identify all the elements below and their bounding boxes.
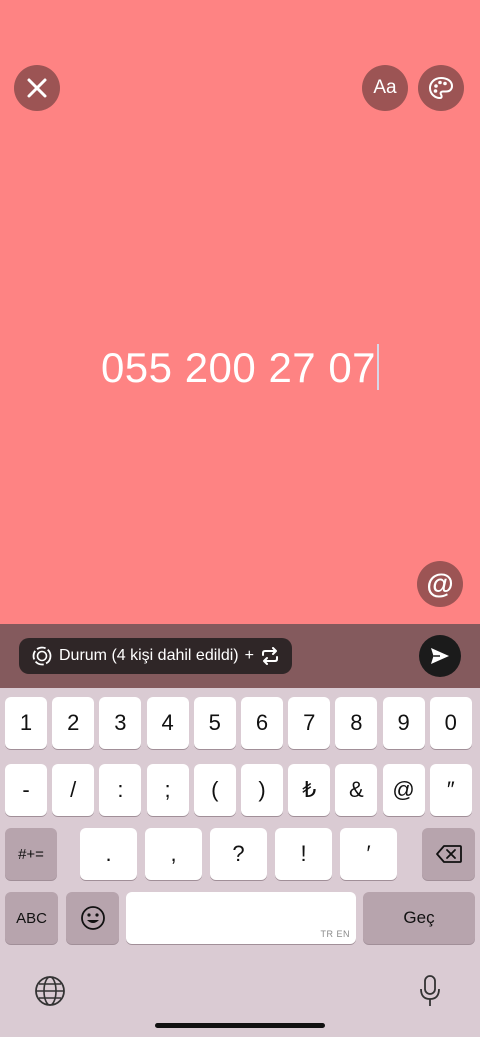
punctuation-key-label: , bbox=[170, 841, 177, 866]
digit-key[interactable]: 1 bbox=[5, 697, 47, 749]
symbol-key-label: ₺ bbox=[302, 777, 317, 802]
digit-key-label: 4 bbox=[161, 710, 174, 735]
abc-label: ABC bbox=[16, 909, 47, 927]
digit-key-label: 9 bbox=[397, 710, 410, 735]
symbol-key-label: ) bbox=[258, 777, 266, 802]
symbol-key-label: / bbox=[70, 777, 77, 802]
digit-key[interactable]: 4 bbox=[146, 697, 189, 749]
space-key[interactable]: TR EN bbox=[126, 892, 356, 944]
punctuation-key[interactable]: ! bbox=[275, 828, 332, 880]
keyboard-row-punctuation: #+= .,?! ′ bbox=[0, 828, 480, 880]
digit-key[interactable]: 7 bbox=[288, 697, 331, 749]
punctuation-key[interactable]: ? bbox=[210, 828, 267, 880]
punctuation-key-label: ! bbox=[300, 841, 307, 866]
symbols-toggle-key[interactable]: #+= bbox=[5, 828, 57, 880]
symbol-key-label: ( bbox=[211, 777, 219, 802]
backspace-icon bbox=[435, 845, 462, 863]
digit-key-label: 2 bbox=[67, 710, 80, 735]
emoji-key[interactable] bbox=[66, 892, 119, 944]
dictation-button[interactable] bbox=[414, 971, 446, 1011]
globe-icon bbox=[35, 976, 65, 1006]
punctuation-key[interactable]: ′ bbox=[340, 828, 397, 880]
keyboard: 1234567890 - /:;() ₺ & @ ″ #+= .,?! ′ ABC TR E bbox=[0, 688, 480, 1037]
story-canvas[interactable]: Aa 055 200 27 07 @ bbox=[0, 0, 480, 624]
digit-key[interactable]: 9 bbox=[382, 697, 425, 749]
digit-key[interactable]: 2 bbox=[52, 697, 95, 749]
status-text: 055 200 27 07 bbox=[100, 344, 377, 391]
abc-key[interactable]: ABC bbox=[5, 892, 58, 944]
audience-plus: + bbox=[244, 647, 254, 664]
background-color-button[interactable] bbox=[418, 65, 464, 111]
repeat-icon bbox=[261, 647, 278, 665]
mention-icon: @ bbox=[426, 568, 454, 599]
symbol-key[interactable]: ″ bbox=[429, 764, 472, 816]
return-label: Geç bbox=[403, 908, 435, 927]
keyboard-row-digits: 1 2 3 4 5 6 7 8 9 0 bbox=[0, 697, 480, 749]
symbol-key[interactable]: - bbox=[5, 764, 47, 816]
space-language-tag: TR EN bbox=[320, 929, 350, 939]
digit-key-label: 3 bbox=[114, 710, 127, 735]
punctuation-key[interactable]: . bbox=[80, 828, 137, 880]
emoji-icon bbox=[80, 906, 105, 930]
return-key[interactable]: Geç bbox=[363, 892, 475, 944]
symbol-key[interactable]: / bbox=[52, 764, 95, 816]
digit-key[interactable]: 5 bbox=[193, 697, 236, 749]
symbols-toggle-label: #+= bbox=[18, 845, 44, 863]
close-button[interactable] bbox=[14, 65, 60, 111]
digit-key[interactable]: 0 bbox=[429, 697, 472, 749]
symbol-key[interactable]: ) bbox=[241, 764, 283, 816]
punctuation-key-label: ? bbox=[232, 841, 245, 866]
digit-key-label: 6 bbox=[255, 710, 269, 735]
symbol-key-label: @ bbox=[392, 777, 415, 802]
microphone-icon bbox=[420, 975, 440, 1006]
symbol-key-label: ; bbox=[164, 777, 171, 802]
symbol-key-label: : bbox=[117, 777, 124, 802]
keyboard-row-bottom: ABC TR EN Geç bbox=[0, 892, 480, 944]
symbol-key[interactable]: ; bbox=[146, 764, 189, 816]
send-icon bbox=[431, 648, 449, 664]
send-button[interactable] bbox=[419, 635, 461, 677]
text-caret bbox=[377, 344, 380, 390]
symbol-key[interactable]: : bbox=[99, 764, 142, 816]
globe-button[interactable] bbox=[32, 973, 68, 1009]
home-indicator bbox=[155, 1023, 325, 1028]
status-ring-icon bbox=[32, 646, 52, 666]
palette-icon bbox=[428, 76, 454, 100]
audience-selector[interactable]: Durum (4 kişi dahil edildi) + bbox=[19, 638, 292, 674]
digit-key-label: 8 bbox=[350, 710, 363, 735]
digit-key[interactable]: 3 bbox=[99, 697, 142, 749]
symbol-key-label: - bbox=[22, 777, 30, 802]
symbol-key-label: & bbox=[349, 777, 364, 802]
audience-label: Durum (4 kişi dahil edildi) bbox=[59, 647, 239, 664]
punctuation-key-label: ′ bbox=[366, 841, 371, 866]
status-text-input[interactable]: 055 200 27 07 bbox=[0, 344, 480, 392]
mention-button[interactable]: @ bbox=[417, 561, 463, 607]
symbol-key[interactable]: @ bbox=[382, 764, 425, 816]
digit-key[interactable]: 6 bbox=[241, 697, 283, 749]
digit-key-label: 7 bbox=[303, 710, 316, 735]
digit-key-label: 1 bbox=[19, 710, 33, 735]
font-style-label: Aa bbox=[373, 77, 397, 98]
symbol-key[interactable]: & bbox=[335, 764, 378, 816]
backspace-key[interactable] bbox=[422, 828, 475, 880]
digit-key[interactable]: 8 bbox=[335, 697, 378, 749]
keyboard-row-symbols: - /:; () ₺ & @ ″ bbox=[0, 764, 480, 816]
close-icon bbox=[27, 78, 47, 98]
punctuation-key-label: . bbox=[105, 841, 112, 866]
symbol-key-label: ″ bbox=[446, 777, 455, 802]
font-style-button[interactable]: Aa bbox=[362, 65, 408, 111]
audience-bar: Durum (4 kişi dahil edildi) + bbox=[0, 624, 480, 688]
digit-key-label: 0 bbox=[444, 710, 457, 735]
punctuation-key[interactable]: , bbox=[145, 828, 202, 880]
digit-key-label: 5 bbox=[208, 710, 221, 735]
symbol-key[interactable]: ( bbox=[193, 764, 236, 816]
symbol-key[interactable]: ₺ bbox=[288, 764, 331, 816]
